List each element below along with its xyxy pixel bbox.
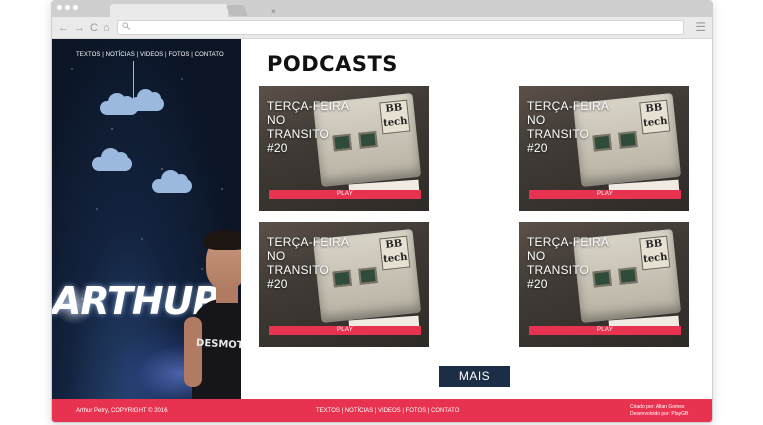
title-line: #20 [527, 277, 548, 291]
podcasts-section: PODCASTS BB tech TERÇA-FEIRA NO TRANSITO… [241, 39, 712, 399]
bb-tech-sticker: BB tech [379, 99, 411, 135]
browser-window: × ← → C ⌂ ☰ TEXTOS | NOTÍCIAS | VIDEOS |… [51, 0, 713, 423]
cloud-icon [92, 148, 132, 171]
monitor-screen [618, 130, 638, 149]
play-button[interactable]: PLAY [529, 326, 681, 335]
podcast-title: TERÇA-FEIRA NO TRANSITO #20 [267, 235, 357, 291]
title-line: #20 [267, 141, 288, 155]
title-line: NO [527, 249, 546, 263]
hero-navigation[interactable]: TEXTOS | NOTÍCIAS | VIDEOS | FOTOS | CON… [76, 52, 224, 58]
footer-navigation[interactable]: TEXTOS | NOTÍCIAS | VIDEOS | FOTOS | CON… [316, 408, 459, 414]
title-line: TERÇA-FEIRA [527, 235, 610, 249]
title-line: TRANSITO [267, 263, 330, 277]
tab-bar: × [52, 1, 712, 17]
title-line: #20 [267, 277, 288, 291]
portrait-arm [184, 317, 202, 387]
title-line: TERÇA-FEIRA [267, 99, 350, 113]
browser-toolbar: ← → C ⌂ ☰ [52, 17, 712, 39]
credit-developer: Desenvolvido por: PlayGB [630, 411, 689, 417]
title-line: TERÇA-FEIRA [527, 99, 610, 113]
window-controls [57, 5, 78, 10]
maximize-window-dot[interactable] [73, 5, 78, 10]
search-icon [122, 22, 130, 30]
back-icon[interactable]: ← [58, 21, 69, 35]
bb-tech-sticker: BB tech [639, 99, 671, 135]
forward-icon[interactable]: → [74, 21, 85, 35]
cloud-icon [152, 170, 192, 193]
title-line: TERÇA-FEIRA [267, 235, 350, 249]
podcast-title: TERÇA-FEIRA NO TRANSITO #20 [527, 235, 617, 291]
monitor-screen [358, 266, 378, 285]
title-line: TRANSITO [527, 127, 590, 141]
address-bar[interactable] [117, 20, 684, 35]
title-line: TRANSITO [267, 127, 330, 141]
podcast-title: TERÇA-FEIRA NO TRANSITO #20 [267, 99, 357, 155]
portrait-hair [204, 230, 241, 250]
title-line: NO [267, 113, 286, 127]
play-button[interactable]: PLAY [269, 190, 421, 199]
new-tab-button[interactable] [225, 5, 249, 16]
close-window-dot[interactable] [57, 5, 62, 10]
title-line: NO [267, 249, 286, 263]
bb-tech-sticker: BB tech [639, 235, 671, 271]
page-content: TEXTOS | NOTÍCIAS | VIDEOS | FOTOS | CON… [52, 39, 712, 399]
title-line: #20 [527, 141, 548, 155]
play-button[interactable]: PLAY [269, 326, 421, 335]
footer-copyright: Arthur Petry, COPYRIGHT © 2016 [76, 408, 168, 414]
title-line: TRANSITO [527, 263, 590, 277]
page-title: PODCASTS [267, 52, 398, 76]
monitor-screen [618, 266, 638, 285]
cloud-icon [130, 89, 164, 111]
footer-credits: Criado por: Allan Gomes Desenvolvido por… [630, 404, 688, 418]
site-footer: Arthur Petry, COPYRIGHT © 2016 TEXTOS | … [52, 399, 712, 422]
podcast-card[interactable]: BB tech TERÇA-FEIRA NO TRANSITO #20 PLAY [259, 86, 429, 211]
minimize-window-dot[interactable] [65, 5, 70, 10]
podcast-card[interactable]: BB tech TERÇA-FEIRA NO TRANSITO #20 PLAY [259, 222, 429, 347]
play-button[interactable]: PLAY [529, 190, 681, 199]
credit-creator: Criado por: Allan Gomes [630, 404, 685, 410]
monitor-screen [358, 130, 378, 149]
podcast-title: TERÇA-FEIRA NO TRANSITO #20 [527, 99, 617, 155]
podcast-card[interactable]: BB tech TERÇA-FEIRA NO TRANSITO #20 PLAY [519, 86, 689, 211]
bb-tech-sticker: BB tech [379, 235, 411, 271]
reload-icon[interactable]: C [90, 21, 98, 35]
home-icon[interactable]: ⌂ [103, 21, 110, 35]
podcast-card[interactable]: BB tech TERÇA-FEIRA NO TRANSITO #20 PLAY [519, 222, 689, 347]
hero-banner: TEXTOS | NOTÍCIAS | VIDEOS | FOTOS | CON… [52, 39, 241, 399]
browser-tab[interactable]: × [110, 4, 276, 17]
more-button[interactable]: MAIS [439, 366, 510, 387]
hero-portrait: DESMOT [184, 227, 241, 399]
title-line: NO [527, 113, 546, 127]
menu-icon[interactable]: ☰ [695, 20, 706, 34]
